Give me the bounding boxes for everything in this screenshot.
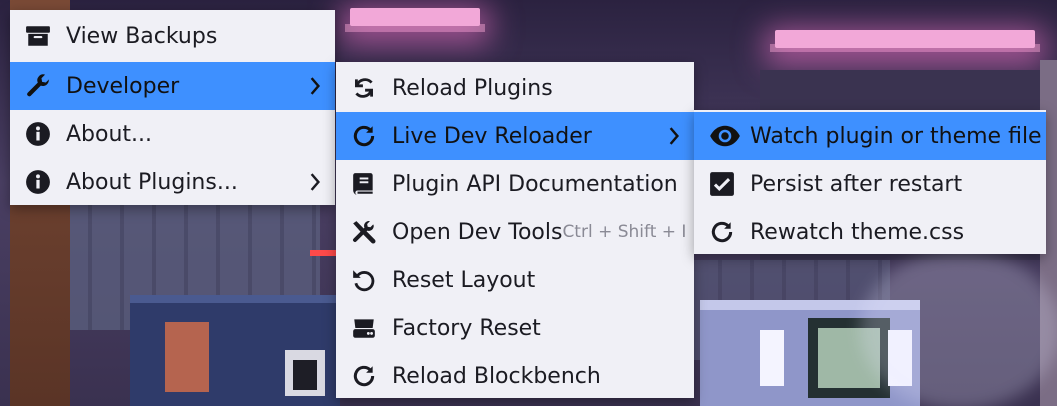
menu-item-plugin-api-documentation[interactable]: Plugin API Documentation (336, 160, 694, 208)
menu-item-label: Persist after restart (750, 171, 963, 197)
menu-item-watch-plugin-or-theme-file[interactable]: Watch plugin or theme file (694, 112, 1046, 160)
refresh-icon (350, 362, 378, 390)
menu-item-label: Factory Reset (392, 315, 541, 341)
menu-item-label: Plugin API Documentation (392, 171, 678, 197)
menu-item-label: Reload Blockbench (392, 363, 601, 389)
menu-item-persist-after-restart[interactable]: Persist after restart (694, 160, 1046, 208)
menu-item-factory-reset[interactable]: Factory Reset (336, 304, 694, 352)
checkbox-checked-icon (708, 170, 736, 198)
undo-icon (350, 266, 378, 294)
menu-item-open-dev-tools[interactable]: Open Dev Tools Ctrl + Shift + I (336, 208, 694, 256)
refresh-icon (350, 122, 378, 150)
menu-item-label: Reset Layout (392, 267, 536, 293)
menu-item-label: Watch plugin or theme file (750, 123, 1042, 149)
menu-item-label: Live Dev Reloader (392, 123, 592, 149)
menu-item-label: Reload Plugins (392, 75, 553, 101)
menu-item-label: View Backups (66, 23, 218, 49)
tools-icon (350, 218, 378, 246)
menu-item-label: About Plugins... (66, 169, 238, 195)
menu-item-reset-layout[interactable]: Reset Layout (336, 256, 694, 304)
chevron-right-icon (303, 173, 327, 191)
main-menu: View Backups Developer About... About Pl… (10, 10, 335, 205)
eye-icon (708, 122, 742, 150)
menu-item-label: Open Dev Tools (392, 219, 563, 245)
menu-item-view-backups[interactable]: View Backups (10, 12, 335, 60)
info-icon (24, 120, 52, 148)
menu-item-developer[interactable]: Developer (10, 62, 335, 110)
menu-item-reload-plugins[interactable]: Reload Plugins (336, 64, 694, 112)
sync-icon (350, 74, 378, 102)
refresh-icon (708, 218, 736, 246)
menu-item-about-plugins[interactable]: About Plugins... (10, 158, 335, 206)
developer-submenu: Reload Plugins Live Dev Reloader Plugin … (336, 62, 694, 398)
wrench-icon (24, 72, 52, 100)
live-dev-reloader-submenu: Watch plugin or theme file Persist after… (694, 110, 1046, 254)
menu-item-about[interactable]: About... (10, 110, 335, 158)
menu-item-rewatch-theme-css[interactable]: Rewatch theme.css (694, 208, 1046, 256)
info-icon (24, 168, 52, 196)
keyboard-shortcut: Ctrl + Shift + I (562, 222, 687, 242)
chevron-right-icon (303, 77, 327, 95)
server-icon (350, 314, 378, 342)
menu-item-label: Rewatch theme.css (750, 219, 965, 245)
menu-item-reload-blockbench[interactable]: Reload Blockbench (336, 352, 694, 400)
archive-icon (24, 22, 52, 50)
menu-item-label: About... (66, 121, 153, 147)
menu-item-label: Developer (66, 73, 180, 99)
book-icon (350, 170, 378, 198)
menu-item-live-dev-reloader[interactable]: Live Dev Reloader (336, 112, 694, 160)
chevron-right-icon (662, 127, 686, 145)
